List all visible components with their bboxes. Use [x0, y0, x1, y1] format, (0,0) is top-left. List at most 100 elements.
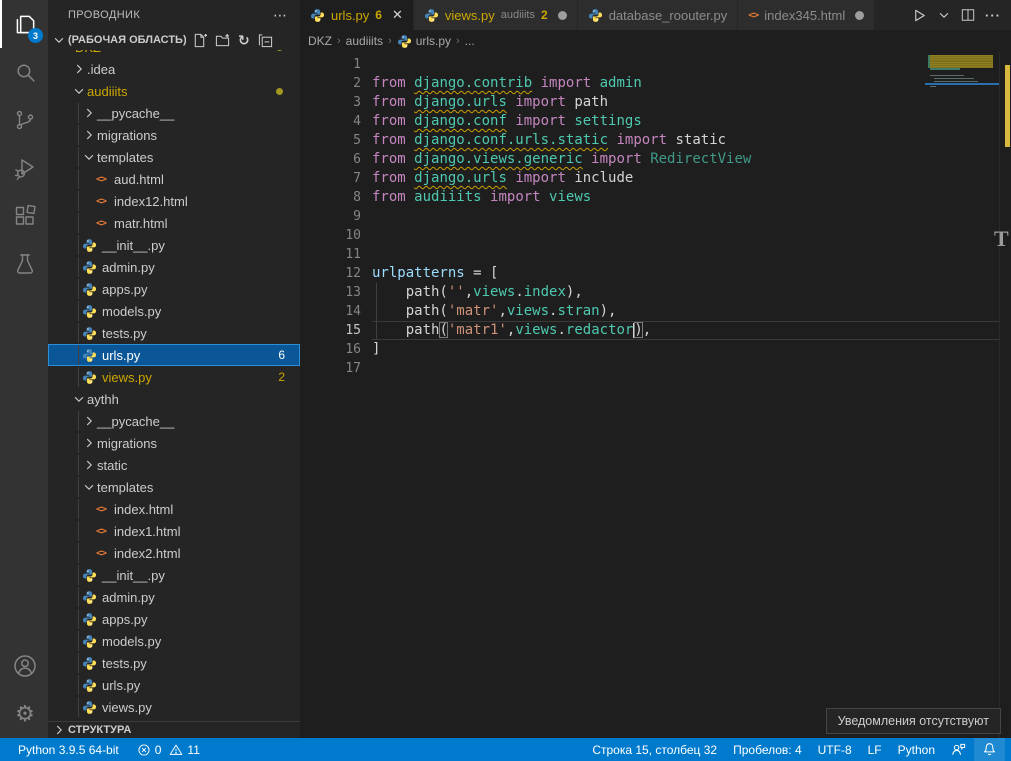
debug-icon [13, 156, 37, 180]
status-notifications[interactable] [974, 738, 1005, 761]
tree-item-index12.html[interactable]: <>index12.html [48, 190, 300, 212]
tree-item-views.py[interactable]: views.py2 [48, 366, 300, 388]
status-label: Строка 15, столбец 32 [592, 743, 717, 757]
tree-item-templates[interactable]: templates [48, 476, 300, 498]
activity-item-settings[interactable]: ⚙ [0, 690, 48, 738]
tree-item-audiiits[interactable]: audiiits [48, 80, 300, 102]
tree-item-label: views.py [102, 700, 152, 715]
chevron-down-icon [81, 150, 97, 164]
activity-item-extensions[interactable] [0, 192, 48, 240]
split-editor-icon[interactable] [961, 8, 975, 22]
tree-item-templates[interactable]: templates [48, 146, 300, 168]
status-label: Пробелов: 4 [733, 743, 802, 757]
refresh-icon[interactable]: ↻ [238, 32, 250, 49]
tree-item-aud.html[interactable]: <>aud.html [48, 168, 300, 190]
tree-item-index2.html[interactable]: <>index2.html [48, 542, 300, 564]
status-language-mode[interactable]: Python [890, 738, 943, 761]
tree-item-tests.py[interactable]: tests.py [48, 322, 300, 344]
status-encoding[interactable]: UTF-8 [810, 738, 860, 761]
tree-item-static[interactable]: static [48, 454, 300, 476]
explorer-sidebar: ПРОВОДНИК ⋯ (РАБОЧАЯ ОБЛАСТЬ) ... ↻ DKZ.… [48, 0, 300, 738]
chevron-right-icon [81, 436, 97, 450]
minimap[interactable] [925, 52, 1000, 738]
chevron-right-icon [81, 414, 97, 428]
explorer-title: ПРОВОДНИК [68, 9, 273, 21]
tab-urls.py[interactable]: urls.py6✕ [300, 0, 414, 30]
status-indentation[interactable]: Пробелов: 4 [725, 738, 810, 761]
tree-item-tests.py[interactable]: tests.py [48, 652, 300, 674]
tree-item-label: migrations [97, 128, 157, 143]
code-editor[interactable]: 1234567891011121314151617 from django.co… [300, 52, 1011, 738]
activity-item-source-control[interactable] [0, 96, 48, 144]
status-cursor-position[interactable]: Строка 15, столбец 32 [584, 738, 725, 761]
activity-item-search[interactable] [0, 48, 48, 96]
tree-item-models.py[interactable]: models.py [48, 300, 300, 322]
tree-item-__pycache__[interactable]: __pycache__ [48, 410, 300, 432]
gear-icon: ⚙ [15, 703, 35, 725]
tree-item-apps.py[interactable]: apps.py [48, 608, 300, 630]
tree-item-migrations[interactable]: migrations [48, 124, 300, 146]
line-number: 6 [300, 150, 372, 169]
minimap-row [934, 78, 974, 79]
tab-database_roouter.py[interactable]: database_roouter.py [578, 0, 739, 30]
tab-index345.html[interactable]: <>index345.html [738, 0, 875, 30]
activity-item-run-debug[interactable] [0, 144, 48, 192]
tree-item-aythh[interactable]: aythh [48, 388, 300, 410]
tree-item-__init__.py[interactable]: __init__.py [48, 234, 300, 256]
tree-item-migrations[interactable]: migrations [48, 432, 300, 454]
status-eol[interactable]: LF [860, 738, 890, 761]
code-content[interactable]: from django.contrib import adminfrom dja… [372, 52, 1011, 738]
minimap-row [930, 86, 936, 87]
tree-item-.idea[interactable]: .idea [48, 58, 300, 80]
python-file-icon [81, 304, 97, 319]
breadcrumb-item-audiiits[interactable]: audiiits [346, 34, 383, 48]
code-line-2: from django.contrib import admin [372, 74, 1011, 93]
scrollbar[interactable] [999, 52, 1011, 738]
tree-item-matr.html[interactable]: <>matr.html [48, 212, 300, 234]
tree-item-views.py[interactable]: views.py [48, 696, 300, 718]
tab-label: views.py [445, 8, 495, 23]
tree-item-admin.py[interactable]: admin.py [48, 586, 300, 608]
tree-item-admin.py[interactable]: admin.py [48, 256, 300, 278]
tree-item-label: aud.html [114, 172, 164, 187]
code-line-14: path('matr',views.stran), [372, 302, 1011, 321]
code-line-10 [372, 226, 1011, 245]
collapse-all-icon[interactable] [258, 33, 273, 48]
html-file-icon: <> [93, 548, 109, 559]
tree-item-apps.py[interactable]: apps.py [48, 278, 300, 300]
tree-item-DKZ[interactable]: DKZ [48, 50, 300, 58]
outline-section-header[interactable]: СТРУКТУРА [48, 721, 300, 738]
new-file-icon[interactable] [192, 33, 207, 48]
workspace-section-header[interactable]: (РАБОЧАЯ ОБЛАСТЬ) ... ↻ [48, 30, 300, 50]
activity-item-explorer[interactable]: 3 [0, 0, 48, 48]
tree-item-label: apps.py [102, 612, 148, 627]
breadcrumb-item-DKZ[interactable]: DKZ [308, 34, 332, 48]
activity-item-testing[interactable] [0, 240, 48, 288]
status-python-interpreter[interactable]: Python 3.9.5 64-bit [10, 738, 127, 761]
chevron-down-icon[interactable] [937, 8, 951, 22]
new-folder-icon[interactable] [215, 33, 230, 48]
activity-item-account[interactable] [0, 642, 48, 690]
tree-item-models.py[interactable]: models.py [48, 630, 300, 652]
tree-item-label: __pycache__ [97, 414, 174, 429]
tree-item-__init__.py[interactable]: __init__.py [48, 564, 300, 586]
breadcrumb-item-...[interactable]: ... [465, 34, 475, 48]
line-number: 2 [300, 74, 372, 93]
tree-item-label: admin.py [102, 590, 155, 605]
more-icon[interactable]: ··· [985, 8, 1001, 23]
close-icon[interactable]: ✕ [392, 7, 403, 23]
tree-item-index1.html[interactable]: <>index1.html [48, 520, 300, 542]
tree-item-label: templates [97, 150, 153, 165]
tab-views.py[interactable]: views.pyaudiiits2 [414, 0, 578, 30]
tree-item-index.html[interactable]: <>index.html [48, 498, 300, 520]
breadcrumb-item-urls.py[interactable]: urls.py [397, 34, 451, 49]
status-problems[interactable]: 011 [129, 738, 208, 761]
tree-item-urls.py[interactable]: urls.py [48, 674, 300, 696]
tree-item-__pycache__[interactable]: __pycache__ [48, 102, 300, 124]
tree-item-urls.py[interactable]: urls.py6 [48, 344, 300, 366]
problems-count-badge: 6 [278, 348, 285, 362]
more-actions-icon[interactable]: ⋯ [273, 7, 288, 24]
status-feedback[interactable] [943, 738, 974, 761]
run-icon[interactable] [912, 8, 927, 23]
search-icon [13, 60, 38, 85]
